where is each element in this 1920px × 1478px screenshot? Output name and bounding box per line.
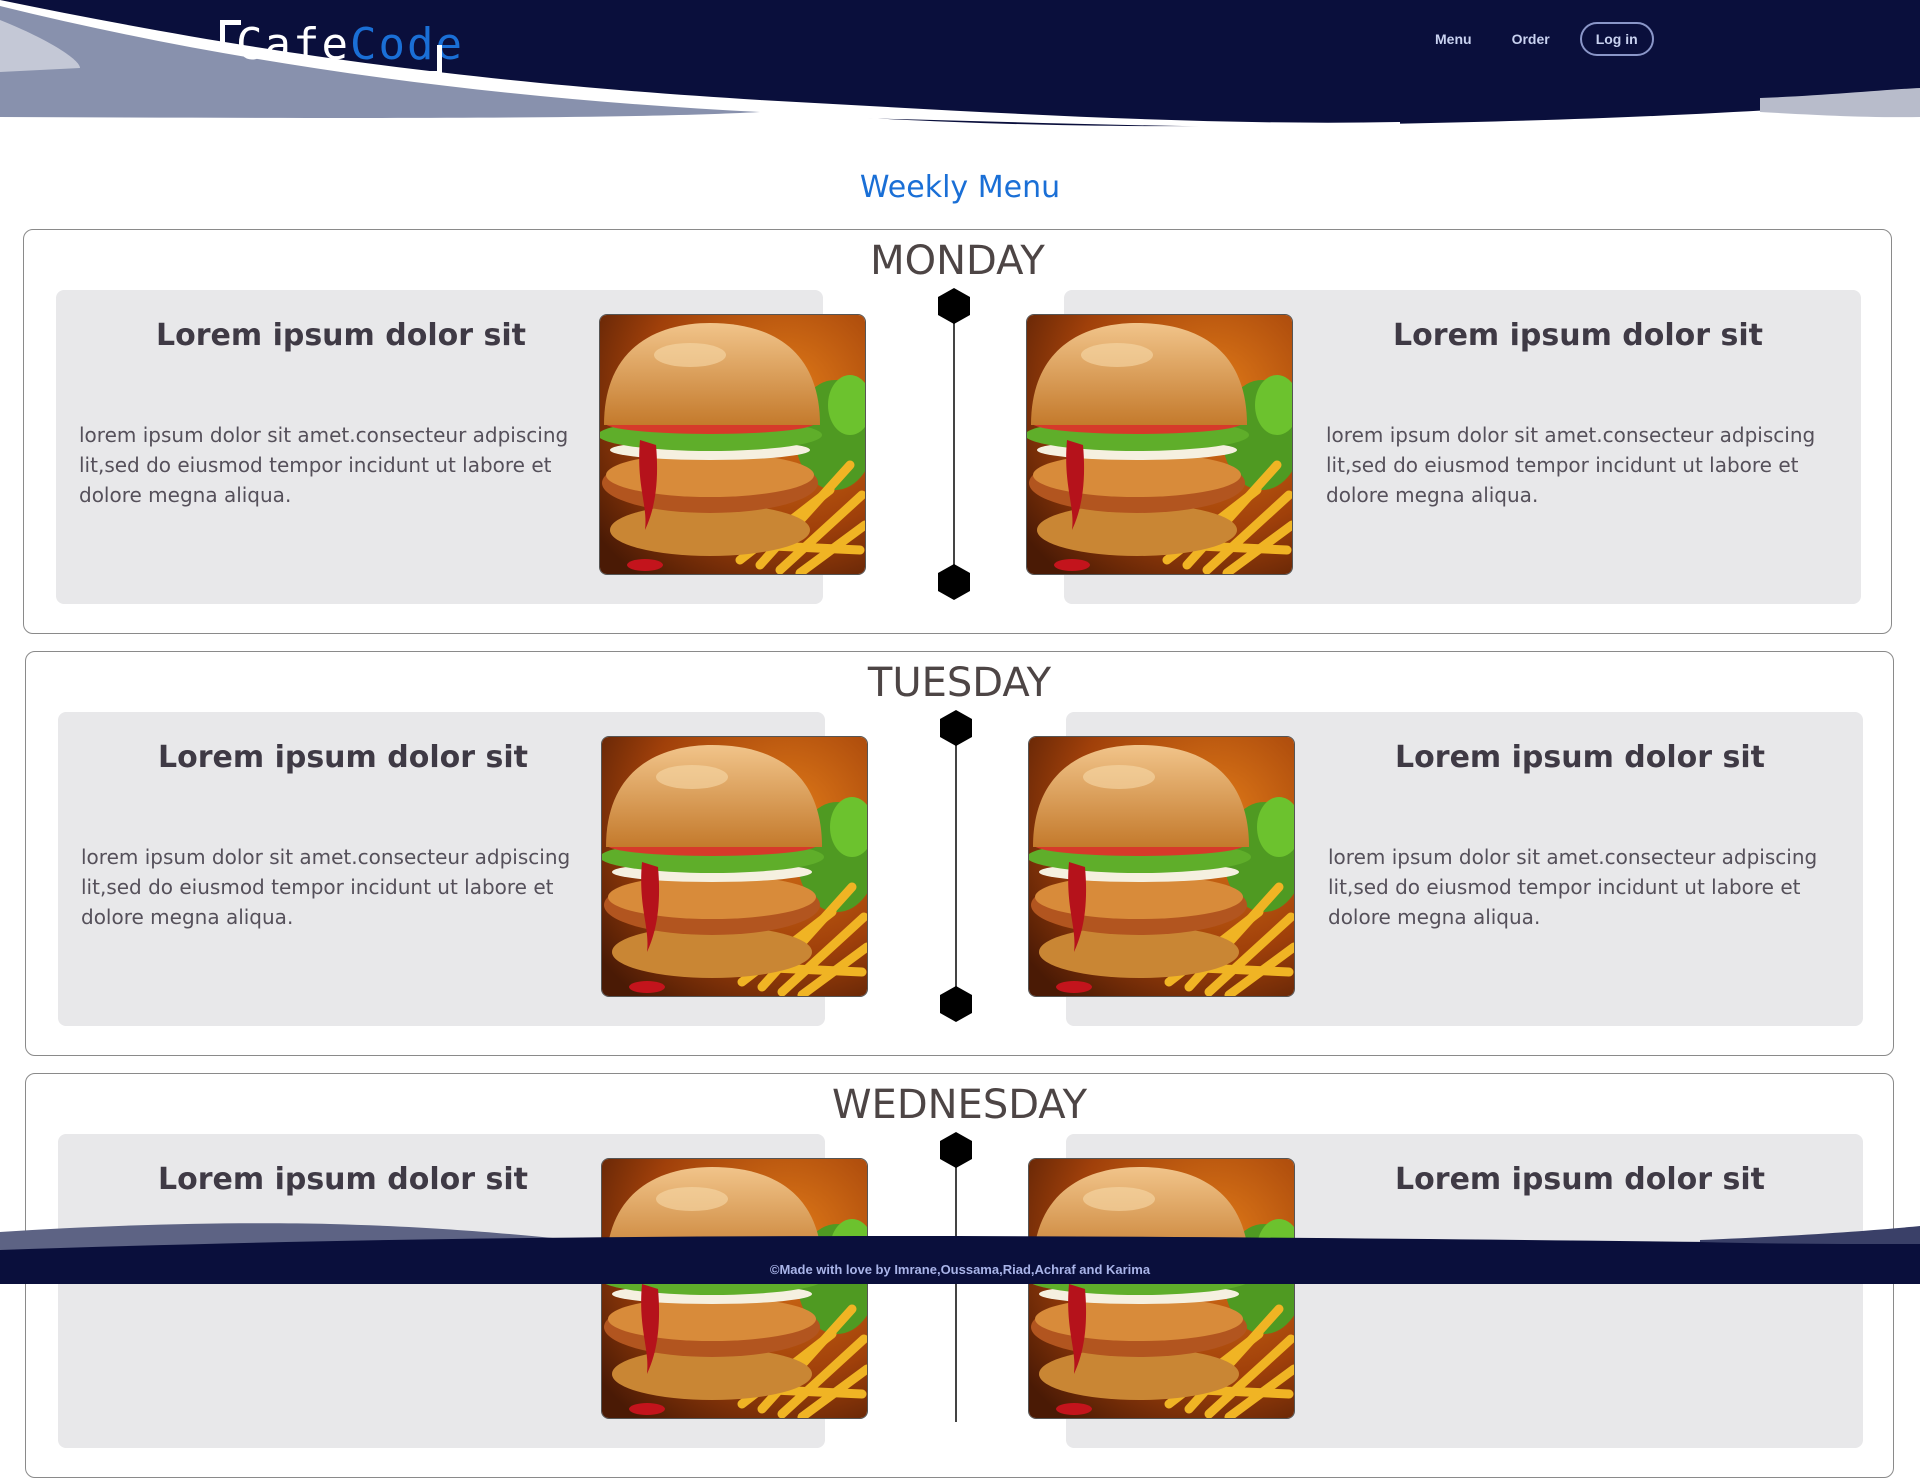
hexagon-icon bbox=[940, 710, 972, 746]
logo-text-cafe: Cafe bbox=[236, 19, 350, 70]
hexagon-icon bbox=[938, 564, 970, 600]
burger-image bbox=[601, 1158, 868, 1419]
logo-text-code: Code bbox=[349, 19, 464, 70]
day-section-tuesday: TUESDAY Lorem ipsum dolor sit lorem ipsu… bbox=[25, 651, 1894, 1056]
hexagon-icon bbox=[940, 1132, 972, 1168]
menu-item-description: lorem ipsum dolor sit amet.consecteur ad… bbox=[1326, 423, 1816, 507]
burger-image bbox=[601, 736, 868, 997]
day-name: WEDNESDAY bbox=[832, 1082, 1087, 1128]
day-name: TUESDAY bbox=[867, 660, 1052, 706]
burger-image bbox=[1028, 736, 1295, 997]
site-footer: ©Made with love by Imrane,Oussama,Riad,A… bbox=[0, 1210, 1920, 1284]
menu-item-title: Lorem ipsum dolor sit bbox=[1395, 1162, 1765, 1197]
hexagon-icon bbox=[940, 986, 972, 1022]
logo-bracket-bottom-right bbox=[421, 45, 442, 76]
page-title: Weekly Menu bbox=[859, 170, 1061, 205]
burger-image bbox=[1026, 314, 1293, 575]
menu-item-title: Lorem ipsum dolor sit bbox=[158, 740, 528, 775]
timeline-line bbox=[955, 730, 957, 1000]
login-button[interactable]: Log in bbox=[1579, 22, 1654, 56]
burger-image bbox=[599, 314, 866, 575]
menu-item-description: lorem ipsum dolor sit amet.consecteur ad… bbox=[79, 423, 569, 507]
menu-item-description: lorem ipsum dolor sit amet.consecteur ad… bbox=[81, 845, 571, 929]
burger-image bbox=[1028, 1158, 1295, 1419]
nav-order-link[interactable]: Order bbox=[1512, 31, 1550, 47]
hexagon-icon bbox=[938, 288, 970, 324]
menu-item-title: Lorem ipsum dolor sit bbox=[156, 318, 526, 353]
menu-item-title: Lorem ipsum dolor sit bbox=[1395, 740, 1765, 775]
menu-item-title: Lorem ipsum dolor sit bbox=[1393, 318, 1763, 353]
timeline-connector bbox=[937, 288, 971, 600]
menu-item-description: lorem ipsum dolor sit amet.consecteur ad… bbox=[1328, 845, 1818, 929]
cafecode-logo[interactable]: CafeCode bbox=[218, 14, 462, 76]
main-nav: Menu Order Log in bbox=[1420, 22, 1654, 56]
footer-credits: ©Made with love by Imrane,Oussama,Riad,A… bbox=[769, 1262, 1151, 1277]
site-header: CafeCode Menu Order Log in bbox=[0, 0, 1920, 135]
day-section-monday: MONDAY Lorem ipsum dolor sit lorem ipsum… bbox=[23, 229, 1892, 634]
menu-item-title: Lorem ipsum dolor sit bbox=[158, 1162, 528, 1197]
timeline-line bbox=[955, 1152, 957, 1422]
nav-menu-link[interactable]: Menu bbox=[1435, 31, 1472, 47]
timeline-line bbox=[953, 308, 955, 578]
day-name: MONDAY bbox=[870, 238, 1045, 284]
logo-bracket-top-left bbox=[220, 20, 241, 51]
timeline-connector bbox=[939, 710, 973, 1022]
